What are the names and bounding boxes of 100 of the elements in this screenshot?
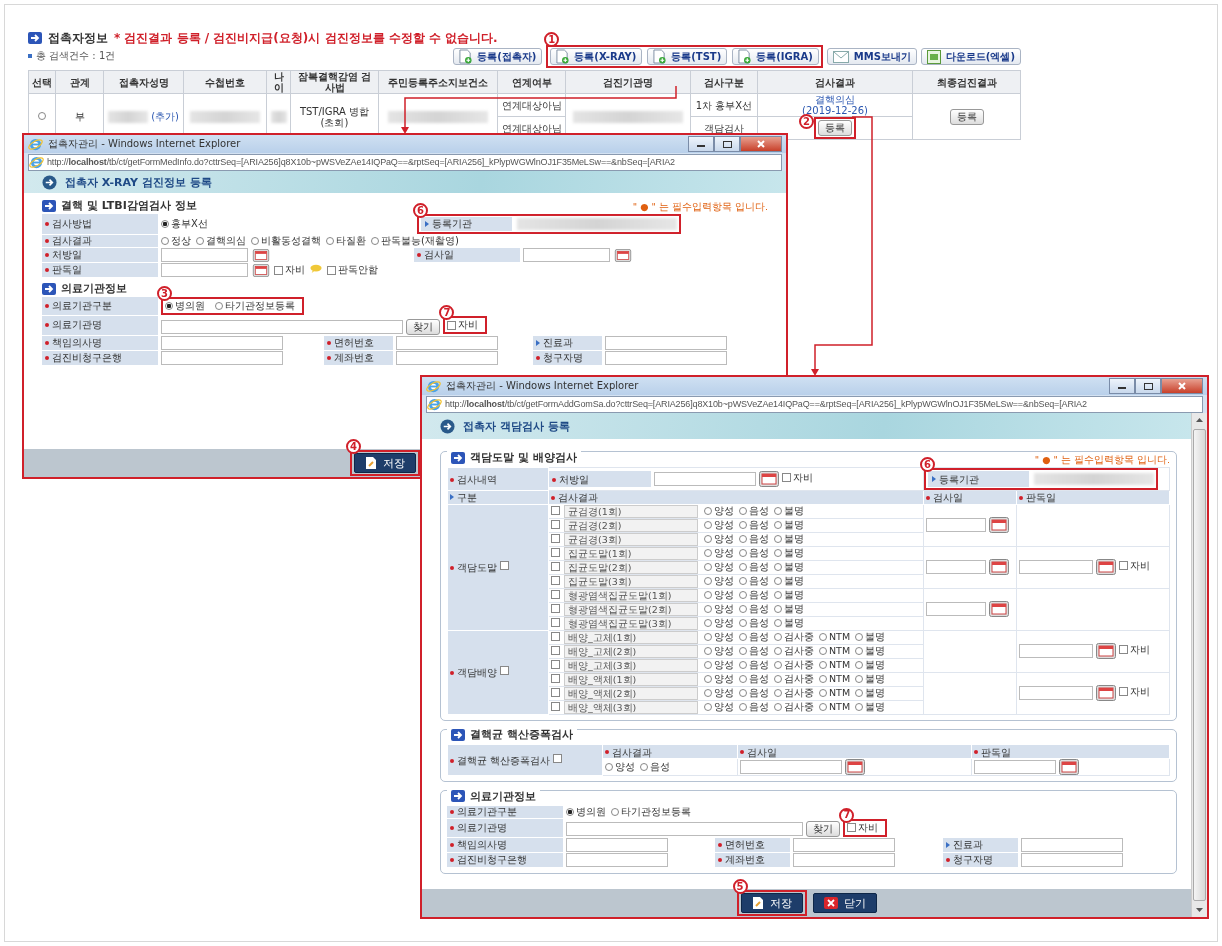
- calendar-icon[interactable]: [1059, 759, 1079, 775]
- calendar-icon[interactable]: [989, 559, 1009, 575]
- checkbox[interactable]: [1119, 644, 1129, 654]
- radio-button[interactable]: [739, 548, 747, 557]
- radio-button[interactable]: [739, 590, 747, 599]
- radio-button[interactable]: [605, 762, 613, 771]
- search-button[interactable]: 찾기: [406, 318, 441, 335]
- checkbox[interactable]: [847, 823, 857, 832]
- radio-button[interactable]: [819, 632, 827, 641]
- radio-button[interactable]: [774, 590, 782, 599]
- radio-button[interactable]: [739, 702, 747, 711]
- radio-button[interactable]: [774, 548, 782, 557]
- checkbox[interactable]: [551, 561, 560, 571]
- toolbar-button[interactable]: 등록(TST): [647, 48, 728, 65]
- radio-button[interactable]: [774, 562, 782, 571]
- date-field[interactable]: [654, 472, 757, 486]
- checkbox[interactable]: [551, 589, 560, 599]
- radio-button[interactable]: [704, 702, 712, 711]
- radio-button[interactable]: [704, 688, 712, 697]
- radio-button[interactable]: [774, 576, 782, 585]
- checkbox[interactable]: [447, 320, 457, 330]
- checkbox[interactable]: [551, 673, 560, 683]
- radio-button[interactable]: [704, 660, 712, 669]
- radio-button[interactable]: [855, 702, 864, 711]
- result-link[interactable]: (2019-12-26): [760, 105, 910, 116]
- radio-button[interactable]: [326, 237, 334, 245]
- result-link[interactable]: 결핵의심: [760, 94, 910, 105]
- radio-button[interactable]: [704, 674, 712, 683]
- checkbox[interactable]: [551, 659, 560, 669]
- radio-button[interactable]: [704, 506, 712, 515]
- radio-button[interactable]: [739, 674, 747, 683]
- checkbox[interactable]: [551, 687, 560, 697]
- radio-button[interactable]: [819, 646, 827, 655]
- radio-button[interactable]: [704, 590, 712, 599]
- radio-button[interactable]: [774, 660, 782, 669]
- checkbox[interactable]: [782, 472, 792, 482]
- radio-button[interactable]: [855, 660, 864, 669]
- checkbox[interactable]: [1119, 560, 1129, 570]
- calendar-icon[interactable]: [1096, 685, 1116, 701]
- radio-button[interactable]: [739, 506, 747, 515]
- maximize-button[interactable]: [1135, 378, 1161, 394]
- calendar-icon[interactable]: [989, 601, 1009, 617]
- checkbox[interactable]: [551, 617, 560, 627]
- checkbox[interactable]: [551, 631, 560, 641]
- date-field[interactable]: [974, 760, 1056, 774]
- radio-button[interactable]: [251, 237, 259, 245]
- minimize-button[interactable]: [688, 136, 714, 152]
- input-field[interactable]: [793, 853, 896, 867]
- input-field[interactable]: [566, 822, 803, 836]
- radio-button[interactable]: [196, 237, 204, 245]
- checkbox[interactable]: [551, 505, 560, 515]
- toolbar-button[interactable]: 등록(IGRA): [732, 48, 819, 65]
- radio-button[interactable]: [739, 534, 747, 543]
- minimize-button[interactable]: [1109, 378, 1135, 394]
- radio-button[interactable]: [739, 632, 747, 641]
- radio-button[interactable]: [704, 576, 712, 585]
- save-button[interactable]: 저장: [354, 453, 416, 473]
- calendar-icon[interactable]: [251, 263, 271, 277]
- radio-button[interactable]: [161, 237, 169, 245]
- radio-button[interactable]: [774, 618, 782, 627]
- date-field[interactable]: [523, 248, 610, 262]
- input-field[interactable]: [566, 838, 668, 852]
- search-button[interactable]: 찾기: [806, 821, 841, 837]
- calendar-icon[interactable]: [1096, 643, 1116, 659]
- radio-button[interactable]: [774, 534, 782, 543]
- radio-button[interactable]: [774, 646, 782, 655]
- radio-button[interactable]: [855, 688, 864, 697]
- input-field[interactable]: [1020, 838, 1123, 852]
- radio-button[interactable]: [704, 604, 712, 613]
- date-field[interactable]: [1019, 560, 1093, 574]
- radio-button[interactable]: [739, 660, 747, 669]
- radio-button[interactable]: [739, 520, 747, 529]
- close-button[interactable]: [1161, 378, 1203, 394]
- radio-button[interactable]: [774, 702, 782, 711]
- checkbox[interactable]: [551, 603, 560, 613]
- radio-button[interactable]: [704, 534, 712, 543]
- checkbox[interactable]: [551, 547, 560, 557]
- toolbar-button[interactable]: MMS보내기: [826, 48, 917, 65]
- toolbar-button[interactable]: 등록(X-RAY): [550, 48, 643, 65]
- radio-button[interactable]: [855, 674, 864, 683]
- calendar-icon[interactable]: [989, 517, 1009, 533]
- radio-button[interactable]: [855, 632, 864, 641]
- radio-button[interactable]: [215, 302, 223, 310]
- radio-button[interactable]: [640, 762, 648, 771]
- save-button[interactable]: 저장: [740, 893, 803, 913]
- radio-button[interactable]: [819, 688, 827, 697]
- checkbox[interactable]: [551, 533, 560, 543]
- radio-button[interactable]: [739, 576, 747, 585]
- register-button[interactable]: 등록: [818, 120, 852, 136]
- radio-button[interactable]: [371, 237, 379, 245]
- date-field[interactable]: [1019, 644, 1093, 658]
- calendar-icon[interactable]: [845, 759, 865, 775]
- radio-button[interactable]: [774, 506, 782, 515]
- radio-button[interactable]: [739, 618, 747, 627]
- checkbox[interactable]: [500, 560, 510, 570]
- checkbox[interactable]: [1119, 686, 1129, 696]
- date-field[interactable]: [161, 248, 248, 262]
- checkbox[interactable]: [551, 575, 560, 585]
- radio-button[interactable]: [704, 562, 712, 571]
- checkbox[interactable]: [274, 265, 284, 275]
